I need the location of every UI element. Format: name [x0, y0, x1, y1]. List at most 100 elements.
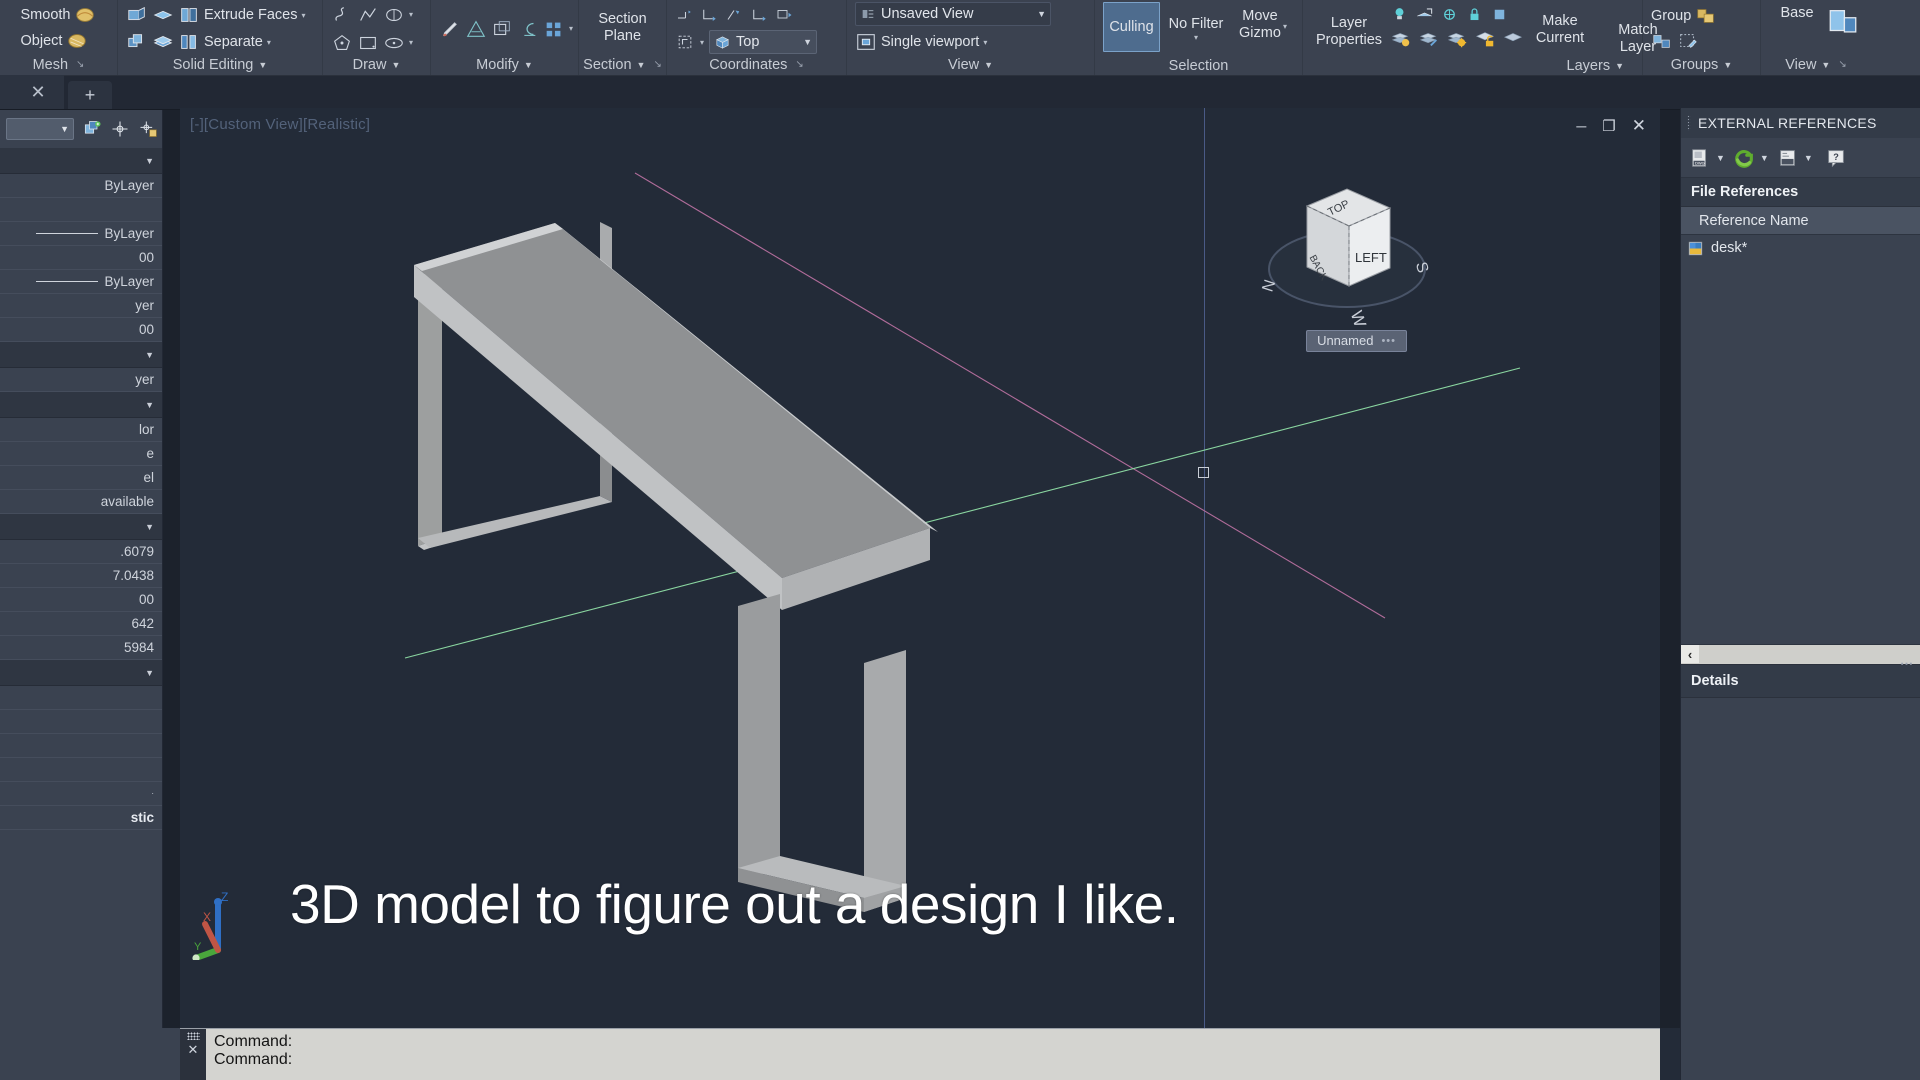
- chevron-down-icon[interactable]: •••: [1381, 335, 1396, 347]
- move-gizmo-button[interactable]: Move Gizmo ▾: [1232, 2, 1294, 56]
- subset-icon[interactable]: [517, 18, 539, 40]
- property-row[interactable]: [0, 758, 162, 782]
- panel-launcher-icon[interactable]: ↘: [795, 55, 803, 75]
- layer-properties-button[interactable]: Layer Properties: [1311, 2, 1387, 56]
- property-row[interactable]: e: [0, 442, 162, 466]
- base-view-icon[interactable]: [1826, 5, 1860, 39]
- scroll-left-arrow-icon[interactable]: ‹: [1681, 645, 1699, 663]
- property-row[interactable]: [0, 710, 162, 734]
- smooth-object-button[interactable]: smooth-object-icon Smooth: [21, 2, 97, 27]
- property-row[interactable]: ByLayer: [0, 270, 162, 294]
- chevron-down-icon[interactable]: ▼: [1037, 9, 1046, 19]
- command-line-grip[interactable]: ✕: [180, 1029, 206, 1080]
- ucs-manage-icon[interactable]: [675, 32, 695, 52]
- property-row[interactable]: 00: [0, 318, 162, 342]
- command-close-icon[interactable]: ✕: [188, 1042, 199, 1058]
- chevron-down-icon[interactable]: ▾: [1194, 33, 1198, 42]
- panel-launcher-icon[interactable]: ↘: [653, 55, 661, 75]
- layer-extra-icon[interactable]: [1490, 5, 1509, 24]
- ellipse-icon[interactable]: [383, 32, 405, 54]
- scrollbar-thumb[interactable]: [1699, 645, 1920, 663]
- layer-unlock-icon[interactable]: [1474, 28, 1496, 50]
- ucs-object-icon[interactable]: [750, 6, 768, 24]
- more-options-icon[interactable]: ⋯: [1900, 656, 1914, 672]
- revolve-icon[interactable]: [383, 4, 405, 26]
- property-row[interactable]: 642: [0, 612, 162, 636]
- property-row[interactable]: 7.0438: [0, 564, 162, 588]
- chevron-down-icon[interactable]: ▼: [1615, 56, 1624, 75]
- property-row[interactable]: ByLayer: [0, 222, 162, 246]
- chevron-down-icon[interactable]: ▼: [1723, 55, 1732, 75]
- property-row[interactable]: yer: [0, 368, 162, 392]
- property-group-header[interactable]: ▼: [0, 514, 162, 540]
- changes-icon[interactable]: [1777, 147, 1799, 169]
- property-row[interactable]: lor: [0, 418, 162, 442]
- xref-column-header-reference-name[interactable]: Reference Name: [1681, 207, 1920, 235]
- xref-title-bar[interactable]: EXTERNAL REFERENCES: [1681, 108, 1920, 138]
- chevron-down-icon[interactable]: ▼: [391, 55, 400, 75]
- extrude-faces-button[interactable]: Extrude Faces ▾: [126, 3, 306, 28]
- ucs-origin-icon[interactable]: [700, 6, 718, 24]
- chevron-down-icon[interactable]: ▾: [302, 11, 306, 20]
- array-icon[interactable]: [543, 18, 565, 40]
- no-filter-button[interactable]: No Filter ▾: [1162, 2, 1230, 56]
- property-row[interactable]: ·: [0, 782, 162, 806]
- new-tab-button[interactable]: +: [68, 81, 112, 109]
- chevron-down-icon[interactable]: ▼: [1716, 153, 1725, 163]
- xref-list-item[interactable]: desk*: [1681, 235, 1920, 261]
- smooth-more-button[interactable]: Object: [21, 28, 97, 53]
- group-button[interactable]: Group: [1651, 4, 1717, 28]
- ucs-face-icon[interactable]: [725, 6, 743, 24]
- chevron-down-icon[interactable]: ▼: [803, 37, 812, 47]
- chevron-down-icon[interactable]: ▼: [1804, 153, 1813, 163]
- ucs-world-icon[interactable]: [675, 6, 693, 24]
- polygon-icon[interactable]: [331, 32, 353, 54]
- viewcube-unnamed-ucs[interactable]: Unnamed •••: [1306, 330, 1407, 352]
- layer-bulb-icon[interactable]: [1390, 5, 1409, 24]
- chevron-down-icon[interactable]: ▼: [637, 55, 646, 75]
- separate-button[interactable]: Separate ▾: [126, 30, 271, 55]
- select-objects-icon[interactable]: [110, 119, 130, 139]
- offset-icon[interactable]: [491, 18, 513, 40]
- text-style-icon[interactable]: [465, 18, 487, 40]
- property-group-header[interactable]: ▼: [0, 342, 162, 368]
- property-group-header[interactable]: ▼: [0, 660, 162, 686]
- section-plane-button[interactable]: Section Plane: [592, 1, 652, 55]
- chevron-down-icon[interactable]: ▼: [524, 55, 533, 75]
- chevron-down-icon[interactable]: ▼: [1821, 55, 1830, 75]
- property-row[interactable]: .6079: [0, 540, 162, 564]
- chevron-down-icon[interactable]: ▼: [60, 124, 69, 134]
- chevron-down-icon[interactable]: ▾: [1283, 22, 1287, 31]
- command-history[interactable]: Command: Command:: [206, 1029, 1660, 1080]
- properties-object-combo[interactable]: ▼: [6, 118, 74, 140]
- property-group-header[interactable]: ▼: [0, 148, 162, 174]
- ucs-combo[interactable]: Top ▼: [709, 30, 818, 54]
- tab-close-button[interactable]: ✕: [12, 75, 64, 109]
- quick-select-icon[interactable]: [82, 119, 102, 139]
- ucs-view-icon[interactable]: [775, 6, 793, 24]
- property-row[interactable]: stic: [0, 806, 162, 830]
- property-group-header[interactable]: ▼: [0, 392, 162, 418]
- layer-lock-closed-icon[interactable]: [1465, 5, 1484, 24]
- help-icon[interactable]: ?: [1825, 147, 1847, 169]
- polyline-icon[interactable]: [357, 4, 379, 26]
- layer-more-icon[interactable]: [1502, 28, 1524, 50]
- single-viewport-button[interactable]: Single viewport ▾: [855, 30, 987, 55]
- layer-on-icon[interactable]: [1390, 28, 1412, 50]
- chevron-down-icon[interactable]: ▾: [569, 24, 573, 33]
- ungroup-button[interactable]: [1651, 29, 1717, 53]
- quick-calculator-icon[interactable]: [138, 119, 158, 139]
- property-row[interactable]: 00: [0, 246, 162, 270]
- helix-icon[interactable]: [331, 4, 353, 26]
- chevron-down-icon[interactable]: ▾: [409, 38, 413, 47]
- chevron-down-icon[interactable]: ▾: [409, 10, 413, 19]
- refresh-icon[interactable]: [1733, 147, 1755, 169]
- base-view-button[interactable]: Base: [1772, 3, 1822, 47]
- pen-icon[interactable]: [439, 18, 461, 40]
- chevron-down-icon[interactable]: ▼: [984, 55, 993, 75]
- property-row[interactable]: [0, 686, 162, 710]
- panel-launcher-icon[interactable]: ↘: [1838, 55, 1846, 75]
- command-line[interactable]: ✕ Command: Command:: [180, 1028, 1660, 1080]
- property-row[interactable]: 00: [0, 588, 162, 612]
- attach-dwg-icon[interactable]: DWG: [1689, 147, 1711, 169]
